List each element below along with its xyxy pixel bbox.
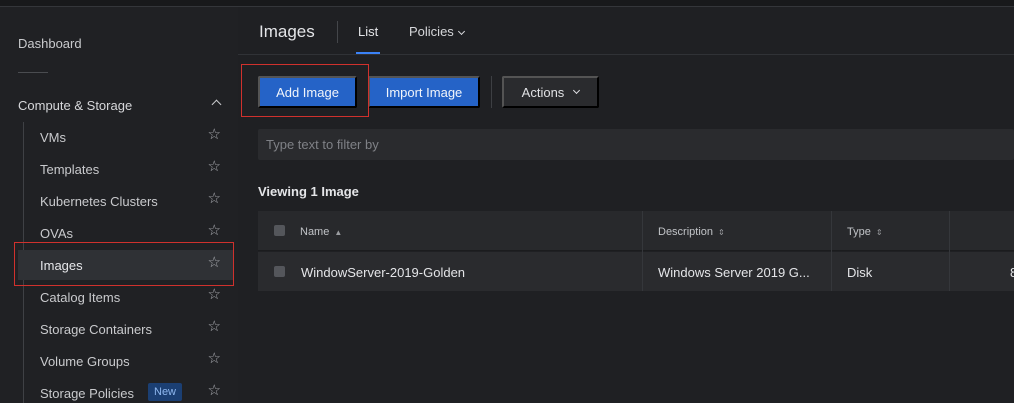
sidebar-item-label: Volume Groups: [40, 354, 130, 369]
chevron-down-icon: [457, 27, 465, 36]
chevron-down-icon: [573, 86, 581, 94]
sort-icon: ⇕: [718, 228, 725, 237]
chevron-up-icon[interactable]: [211, 99, 222, 110]
tab-policies-label: Policies: [409, 24, 454, 39]
main-panel: Images List Policies Add Image Import Im…: [238, 7, 1014, 403]
sidebar-item-label: Storage Policies: [40, 386, 134, 401]
toolbar-divider: [491, 76, 492, 108]
images-table: Name ▲ Description ⇕ Type ⇕ WindowServer-20…: [258, 211, 1014, 291]
sidebar-item-vms[interactable]: VMs ☆: [18, 122, 233, 152]
star-icon[interactable]: ☆: [208, 286, 221, 304]
sidebar-item-label: Storage Containers: [40, 322, 153, 337]
cell-name[interactable]: WindowServer-2019-Golden: [301, 265, 465, 280]
active-tab-underline: [356, 52, 380, 54]
header-divider: [337, 21, 338, 43]
select-all-checkbox[interactable]: [274, 225, 285, 236]
import-image-button[interactable]: Import Image: [368, 76, 480, 108]
star-icon[interactable]: ☆: [208, 382, 221, 400]
column-label: Name: [300, 226, 330, 238]
sidebar-item-dashboard[interactable]: Dashboard: [18, 36, 82, 51]
cell-type: Disk: [847, 265, 873, 280]
sidebar-item-templates[interactable]: Templates ☆: [18, 154, 233, 184]
star-icon[interactable]: ☆: [208, 126, 221, 144]
section-title: Compute & Storage: [18, 98, 133, 113]
column-header-description[interactable]: Description ⇕: [658, 226, 725, 238]
sidebar-item-storage-policies[interactable]: Storage Policies New ☆: [18, 378, 233, 403]
star-icon[interactable]: ☆: [208, 190, 221, 208]
star-icon[interactable]: ☆: [208, 158, 221, 176]
top-bar: [0, 0, 1014, 7]
sidebar: Dashboard Compute & Storage VMs ☆ Templa…: [0, 7, 238, 403]
filter-input[interactable]: [258, 129, 1014, 160]
star-icon[interactable]: ☆: [208, 318, 221, 336]
column-label: Type: [847, 226, 871, 238]
sidebar-item-catalog-items[interactable]: Catalog Items ☆: [18, 282, 233, 312]
sidebar-item-storage-containers[interactable]: Storage Containers ☆: [18, 314, 233, 344]
sidebar-item-label: Kubernetes Clusters: [40, 194, 158, 209]
sidebar-item-volume-groups[interactable]: Volume Groups ☆: [18, 346, 233, 376]
star-icon[interactable]: ☆: [208, 350, 221, 368]
page-title: Images: [259, 22, 315, 41]
column-label: Description: [658, 226, 714, 238]
sidebar-item-label: Catalog Items: [40, 290, 121, 305]
sidebar-item-label: OVAs: [40, 226, 73, 241]
sidebar-item-kubernetes-clusters[interactable]: Kubernetes Clusters ☆: [18, 186, 233, 216]
column-divider: [831, 211, 832, 291]
column-divider: [642, 211, 643, 291]
sidebar-item-label: Templates: [40, 162, 100, 177]
cell-description: Windows Server 2019 G...: [658, 265, 810, 280]
cell-overflow: 8: [1010, 265, 1014, 280]
column-header-type[interactable]: Type ⇕: [847, 226, 883, 238]
sidebar-divider: [18, 72, 48, 73]
sort-icon: ⇕: [875, 228, 883, 237]
filter-box: [258, 129, 1014, 160]
highlight-box-add-image: [241, 64, 369, 117]
new-badge: New: [148, 383, 183, 401]
star-icon[interactable]: ☆: [208, 222, 221, 240]
actions-dropdown[interactable]: Actions: [502, 76, 599, 108]
result-count: Viewing 1 Image: [258, 184, 359, 199]
section-compute-storage[interactable]: Compute & Storage: [18, 97, 228, 115]
highlight-box-images: [14, 242, 234, 286]
sidebar-item-label: VMs: [40, 130, 66, 145]
row-checkbox[interactable]: [274, 266, 285, 277]
actions-label: Actions: [521, 84, 565, 100]
table-header: Name ▲ Description ⇕ Type ⇕: [258, 211, 1014, 251]
sort-asc-icon: ▲: [334, 228, 343, 237]
tab-policies[interactable]: Policies: [409, 24, 465, 39]
column-divider: [949, 211, 950, 291]
tab-list[interactable]: List: [358, 24, 378, 39]
table-row[interactable]: WindowServer-2019-Golden Windows Server …: [258, 252, 1014, 291]
page-header: Images List Policies: [238, 7, 1014, 55]
column-header-name[interactable]: Name ▲: [300, 226, 342, 238]
